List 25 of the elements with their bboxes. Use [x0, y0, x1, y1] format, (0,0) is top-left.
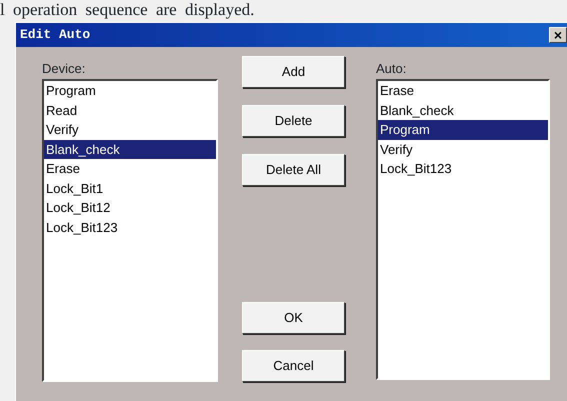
action-button[interactable]: Add: [242, 56, 345, 88]
list-item[interactable]: Erase: [378, 81, 548, 100]
list-item[interactable]: Program: [378, 120, 548, 140]
window-title: Edit Auto: [20, 26, 90, 44]
list-item[interactable]: Verify: [378, 140, 548, 159]
list-item[interactable]: Lock_Bit123: [378, 159, 548, 178]
auto-list[interactable]: Erase Blank_check Program Verify Lock_Bit123: [376, 79, 550, 380]
list-item[interactable]: Erase: [44, 159, 216, 178]
device-label: Device:: [42, 60, 86, 78]
device-list[interactable]: Program Read Verify Blank_check Erase Lock_Bit1 Lock_Bit12 Lock_Bit123: [42, 79, 218, 382]
list-item[interactable]: Lock_Bit12: [44, 198, 216, 218]
list-item[interactable]: Program: [44, 81, 216, 100]
list-item[interactable]: Blank_check: [44, 140, 216, 159]
list-item[interactable]: Blank_check: [378, 100, 548, 120]
close-button[interactable]: ×: [549, 27, 567, 43]
list-item[interactable]: Lock_Bit1: [44, 178, 216, 198]
list-item[interactable]: Read: [44, 100, 216, 120]
action-button[interactable]: Delete: [242, 105, 345, 137]
auto-label: Auto:: [376, 60, 408, 78]
action-button[interactable]: Delete All: [242, 154, 345, 186]
caption-text: l operation sequence are displayed.: [0, 0, 256, 21]
list-item[interactable]: Verify: [44, 120, 216, 140]
ok-button[interactable]: OK: [242, 302, 345, 334]
cancel-button[interactable]: Cancel: [242, 350, 345, 382]
list-item[interactable]: Lock_Bit123: [44, 218, 216, 237]
